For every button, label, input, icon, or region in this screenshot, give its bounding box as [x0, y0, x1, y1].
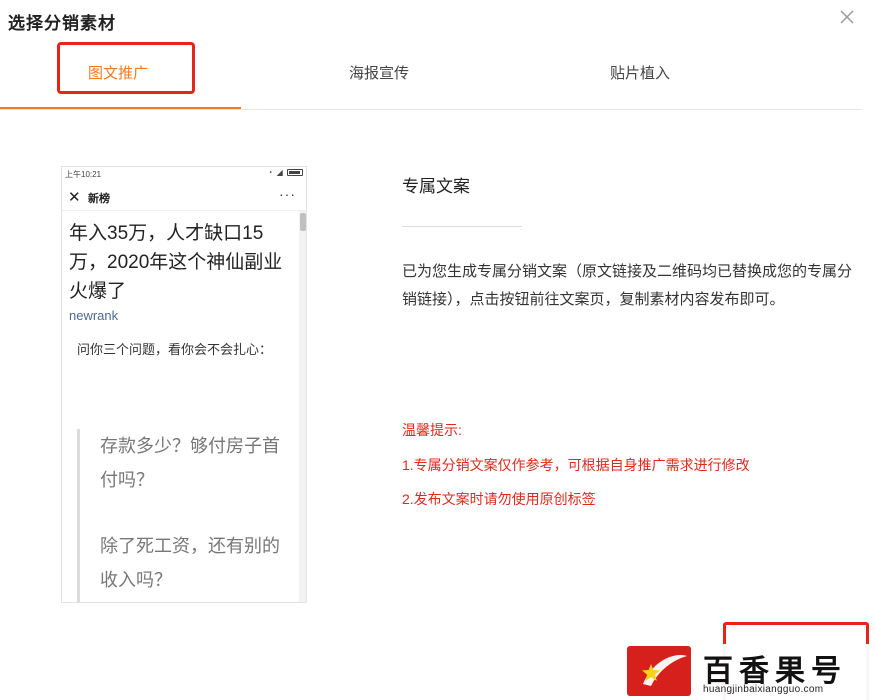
quote-paragraph: 除了死工资，还有别的收入吗？: [100, 536, 280, 590]
more-options-icon[interactable]: ···: [279, 186, 296, 202]
preview-scrollbar-track: [299, 211, 306, 602]
status-bar: 上午10:21 ◔ ◢: [62, 167, 306, 181]
article-source[interactable]: newrank: [69, 308, 118, 323]
tip-item: 1.专属分销文案仅作参考，可根据自身推广需求进行修改: [402, 457, 750, 473]
article-preview: 上午10:21 ◔ ◢ ✕ 新榜 ··· 年入35万，人才缺口15万，2020年…: [61, 166, 307, 603]
article-title: 年入35万，人才缺口15万，2020年这个神仙副业火爆了: [69, 223, 283, 302]
preview-close-icon[interactable]: ✕: [68, 188, 81, 206]
wifi-icon: ◔: [267, 168, 274, 177]
signal-icon: ◢: [276, 168, 284, 177]
preview-scrollbar-thumb[interactable]: [300, 213, 306, 231]
preview-nav-bar: ✕ 新榜 ···: [62, 183, 306, 211]
preview-nav-title: 新榜: [88, 193, 110, 205]
status-icons: ◔ ◢: [268, 168, 303, 177]
tips-title: 温馨提示:: [402, 422, 462, 438]
watermark-logo: [627, 646, 691, 696]
watermark: 百香果号 huangjinbaixiangguo.com: [625, 644, 874, 700]
close-icon[interactable]: [836, 6, 858, 28]
tab-poster-promotion[interactable]: 海报宣传: [349, 62, 409, 83]
section-title: 专属文案: [402, 177, 470, 196]
section-divider: [402, 226, 522, 227]
tip-item: 2.发布文案时请勿使用原创标签: [402, 491, 596, 507]
dialog-title: 选择分销素材: [8, 14, 116, 33]
status-time: 上午10:21: [65, 170, 102, 179]
article-intro: 问你三个问题，看你会不会扎心：: [77, 342, 273, 357]
tab-patch-insertion[interactable]: 贴片植入: [610, 62, 670, 83]
quote-paragraph: 存款多少？够付房子首付吗？: [100, 436, 280, 490]
tab-graphic-promotion[interactable]: 图文推广: [88, 62, 148, 83]
tab-bar: 图文推广 海报宣传 贴片植入: [0, 40, 862, 110]
battery-icon: [287, 169, 303, 177]
watermark-url: huangjinbaixiangguo.com: [703, 684, 824, 695]
article-quote: 存款多少？够付房子首付吗？ 除了死工资，还有别的收入吗？: [77, 429, 292, 602]
active-tab-underline: [0, 107, 241, 109]
section-description: 已为您生成专属分销文案（原文链接及二维码均已替换成您的专属分销链接），点击按钮前…: [402, 263, 853, 308]
